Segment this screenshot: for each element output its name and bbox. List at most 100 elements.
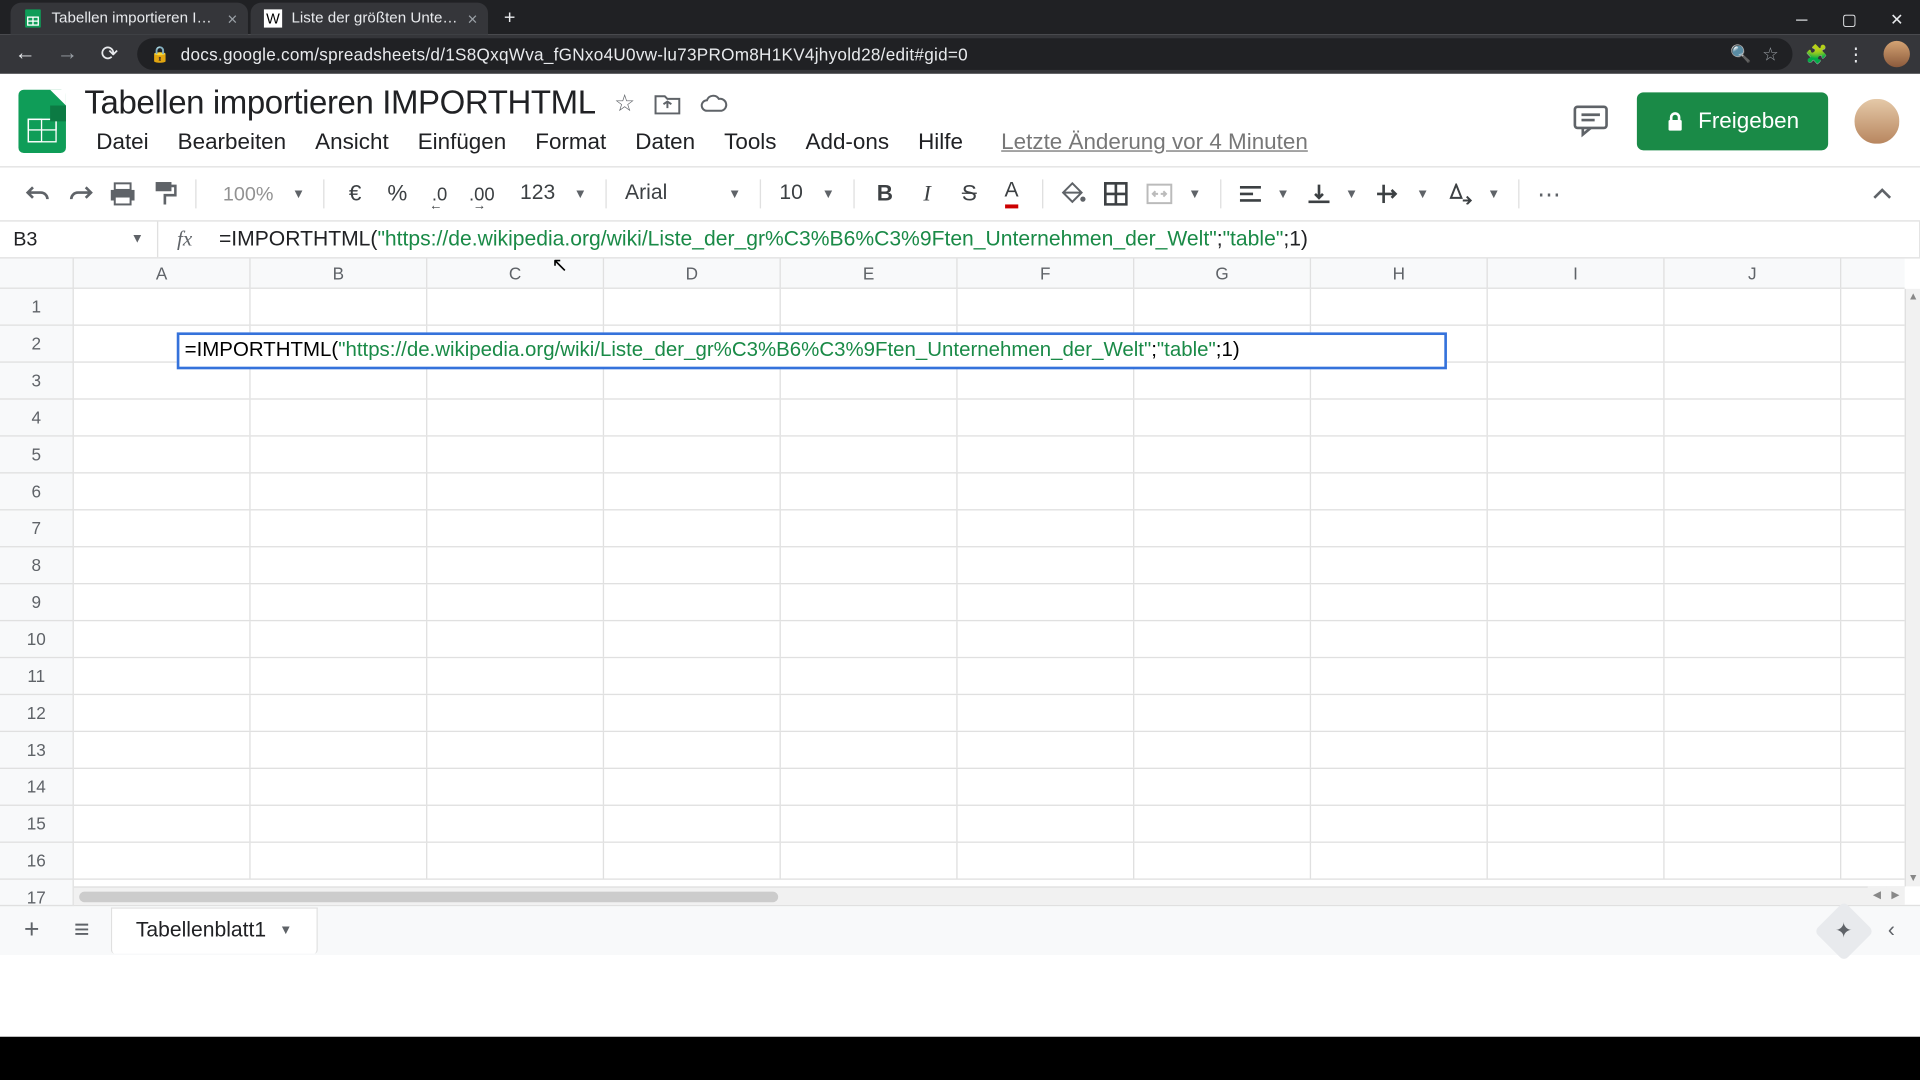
text-color-button[interactable]: A [992,174,1032,214]
sheet-tab-menu-icon[interactable]: ▼ [279,923,292,938]
formula-input[interactable]: =IMPORTHTML("https://de.wikipedia.org/wi… [211,222,1920,258]
text-rotation-button[interactable]: ▼ [1440,183,1508,204]
menu-bearbeiten[interactable]: Bearbeiten [166,125,298,159]
col-header[interactable]: G [1134,259,1311,288]
strikethrough-button[interactable]: S [950,174,990,214]
percent-button[interactable]: % [378,174,418,214]
browser-tab-1[interactable]: Tabellen importieren IMPORTHT × [11,3,248,35]
number-format-select[interactable]: 123▼ [504,182,594,206]
row-header[interactable]: 3 [0,363,73,400]
font-size-select[interactable]: 10▼ [771,182,842,206]
row-header[interactable]: 15 [0,806,73,843]
back-button[interactable]: ← [11,42,40,66]
row-header[interactable]: 12 [0,695,73,732]
menu-icon[interactable]: ⋮ [1847,43,1865,65]
text-wrap-button[interactable]: ▼ [1369,185,1437,203]
print-button[interactable] [103,174,143,214]
row-header[interactable]: 7 [0,510,73,547]
row-header[interactable]: 14 [0,769,73,806]
row-header[interactable]: 17 [0,880,73,906]
menu-addons[interactable]: Add-ons [794,125,901,159]
currency-button[interactable]: € [335,174,375,214]
menu-datei[interactable]: Datei [84,125,160,159]
menu-hilfe[interactable]: Hilfe [906,125,975,159]
vertical-scrollbar[interactable]: ▲▼ [1905,289,1920,887]
col-header[interactable]: H [1311,259,1488,288]
close-window-button[interactable]: ✕ [1873,5,1920,34]
scroll-right-icon[interactable]: ▶ [1886,886,1904,904]
row-header[interactable]: 4 [0,400,73,437]
increase-decimal-button[interactable]: .00→ [462,174,502,214]
col-header[interactable]: D [604,259,781,288]
tab-close-icon[interactable]: × [467,9,477,29]
extensions-icon[interactable]: 🧩 [1805,43,1828,65]
menu-daten[interactable]: Daten [623,125,707,159]
bold-button[interactable]: B [865,174,905,214]
side-panel-toggle[interactable]: ‹ [1873,919,1910,943]
spreadsheet-grid[interactable]: A B C D E F G H I J 1 2 3 4 5 6 7 8 9 10… [0,259,1920,905]
reload-button[interactable]: ⟳ [95,41,124,67]
minimize-button[interactable]: ─ [1778,5,1825,34]
row-header[interactable]: 8 [0,547,73,584]
forward-button[interactable]: → [53,42,82,66]
name-box[interactable]: B3▼ [0,222,158,258]
star-icon[interactable]: ☆ [614,90,635,118]
borders-button[interactable] [1096,174,1136,214]
scroll-left-icon[interactable]: ◀ [1868,886,1886,904]
cloud-status-icon[interactable] [699,93,728,114]
horizontal-align-button[interactable]: ▼ [1232,185,1298,203]
select-all-corner[interactable] [0,259,74,289]
row-header[interactable]: 1 [0,289,73,326]
menu-format[interactable]: Format [523,125,618,159]
more-toolbar-button[interactable]: ⋯ [1531,174,1571,214]
bookmark-icon[interactable]: ☆ [1762,43,1779,65]
row-header[interactable]: 5 [0,437,73,474]
undo-button[interactable] [18,174,58,214]
col-header[interactable]: B [251,259,428,288]
merge-cells-button[interactable]: ▼ [1138,183,1209,204]
menu-ansicht[interactable]: Ansicht [303,125,400,159]
horizontal-scrollbar[interactable] [74,886,1905,904]
document-title[interactable]: Tabellen importieren IMPORTHTML [84,84,595,122]
row-header[interactable]: 6 [0,474,73,511]
zoom-select[interactable]: 100%▼ [207,183,313,205]
col-header[interactable]: A [74,259,251,288]
col-header[interactable]: C [427,259,604,288]
active-cell-editor[interactable]: =IMPORTHTML("https://de.wikipedia.org/wi… [177,332,1447,369]
sheets-logo[interactable] [18,90,71,161]
row-header[interactable]: 9 [0,584,73,621]
col-header[interactable]: F [958,259,1135,288]
row-header[interactable]: 16 [0,843,73,880]
menu-einfuegen[interactable]: Einfügen [406,125,518,159]
profile-avatar-small[interactable] [1884,41,1910,67]
paint-format-button[interactable] [145,174,185,214]
url-field[interactable]: 🔒 docs.google.com/spreadsheets/d/1S8QxqW… [137,38,1792,70]
maximize-button[interactable]: ▢ [1825,5,1872,34]
add-sheet-button[interactable]: + [11,909,53,951]
row-header[interactable]: 11 [0,658,73,695]
sheet-tab-active[interactable]: Tabellenblatt1 ▼ [111,907,318,953]
profile-avatar[interactable] [1852,96,1902,146]
col-header[interactable]: I [1488,259,1665,288]
cell-area[interactable] [74,289,1905,887]
new-tab-button[interactable]: + [491,1,529,34]
explore-button[interactable]: ✦ [1814,901,1874,961]
row-header[interactable]: 2 [0,326,73,363]
all-sheets-button[interactable]: ≡ [61,909,103,951]
zoom-icon[interactable]: 🔍 [1730,44,1751,65]
italic-button[interactable]: I [907,174,947,214]
col-header[interactable]: J [1665,259,1842,288]
tab-close-icon[interactable]: × [227,9,237,29]
menu-tools[interactable]: Tools [712,125,788,159]
comments-icon[interactable] [1569,99,1614,144]
browser-tab-2[interactable]: W Liste der größten Unternehmen × [251,3,488,35]
decrease-decimal-button[interactable]: .0← [420,174,460,214]
share-button[interactable]: Freigeben [1637,92,1828,150]
row-header[interactable]: 10 [0,621,73,658]
vertical-align-button[interactable]: ▼ [1300,183,1366,204]
fill-color-button[interactable] [1054,174,1094,214]
collapse-toolbar-button[interactable] [1862,174,1902,214]
col-header[interactable]: E [781,259,958,288]
last-edit-info[interactable]: Letzte Änderung vor 4 Minuten [1001,129,1308,155]
row-header[interactable]: 13 [0,732,73,769]
